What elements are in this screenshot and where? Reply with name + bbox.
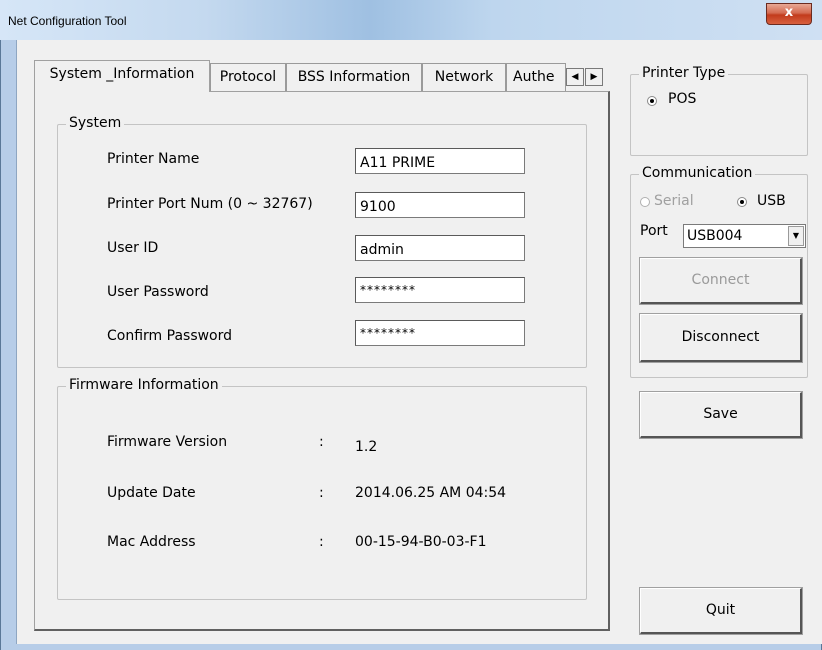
title-bar: Net Configuration Tool x xyxy=(0,0,822,40)
firmware-version-value: 1.2 xyxy=(355,439,378,455)
confirm-password-label: Confirm Password xyxy=(107,328,233,344)
tab-scroll-left-button[interactable]: ◀ xyxy=(566,68,584,86)
firmware-group-label: Firmware Information xyxy=(66,377,222,393)
mac-address-value: 00-15-94-B0-03-F1 xyxy=(355,534,487,550)
connect-button[interactable]: Connect xyxy=(639,257,803,305)
printer-port-input[interactable] xyxy=(355,192,525,218)
close-icon: x xyxy=(784,5,794,20)
printer-type-pos-radio[interactable] xyxy=(647,96,657,106)
disconnect-button[interactable]: Disconnect xyxy=(639,313,803,363)
user-password-input[interactable]: ******** xyxy=(355,277,525,303)
tab-bss-information[interactable]: BSS Information xyxy=(286,63,422,91)
printer-name-input[interactable] xyxy=(355,148,525,174)
tab-network[interactable]: Network xyxy=(422,63,506,91)
mac-address-label: Mac Address xyxy=(107,534,196,550)
printer-type-group: Printer Type xyxy=(630,65,808,156)
port-select[interactable]: USB004 ▼ xyxy=(683,224,806,248)
port-select-value: USB004 xyxy=(687,228,743,244)
usb-label: USB xyxy=(757,193,786,209)
update-date-value: 2014.06.25 AM 04:54 xyxy=(355,485,507,501)
confirm-password-input[interactable]: ******** xyxy=(355,320,525,346)
chevron-down-icon[interactable]: ▼ xyxy=(788,226,804,246)
serial-label: Serial xyxy=(654,193,694,209)
printer-type-pos-label: POS xyxy=(668,91,697,107)
tab-scroll-right-button[interactable]: ▶ xyxy=(585,68,603,86)
usb-radio[interactable] xyxy=(737,197,747,207)
close-button[interactable]: x xyxy=(766,3,812,25)
printer-port-label: Printer Port Num (0 ~ 32767) xyxy=(107,196,313,212)
tab-authentication[interactable]: Authe xyxy=(506,63,566,91)
quit-button[interactable]: Quit xyxy=(639,587,803,635)
firmware-version-separator: : xyxy=(319,434,324,450)
system-group-label: System xyxy=(66,115,125,131)
printer-name-label: Printer Name xyxy=(107,151,200,167)
serial-radio[interactable] xyxy=(640,197,650,207)
tab-protocol[interactable]: Protocol xyxy=(210,63,286,91)
user-id-label: User ID xyxy=(107,240,159,256)
user-password-label: User Password xyxy=(107,284,209,300)
port-label: Port xyxy=(640,223,668,239)
communication-group-label: Communication xyxy=(639,165,756,181)
tab-system-information[interactable]: System _Information xyxy=(34,60,210,92)
tab-page-system-information: System Printer Name Printer Port Num (0 … xyxy=(34,91,610,631)
mac-address-separator: : xyxy=(319,534,324,550)
user-id-input[interactable] xyxy=(355,235,525,261)
firmware-version-label: Firmware Version xyxy=(107,434,228,450)
update-date-separator: : xyxy=(319,485,324,501)
save-button[interactable]: Save xyxy=(639,391,803,439)
window-title: Net Configuration Tool xyxy=(8,14,127,28)
update-date-label: Update Date xyxy=(107,485,196,501)
printer-type-group-label: Printer Type xyxy=(639,65,729,81)
